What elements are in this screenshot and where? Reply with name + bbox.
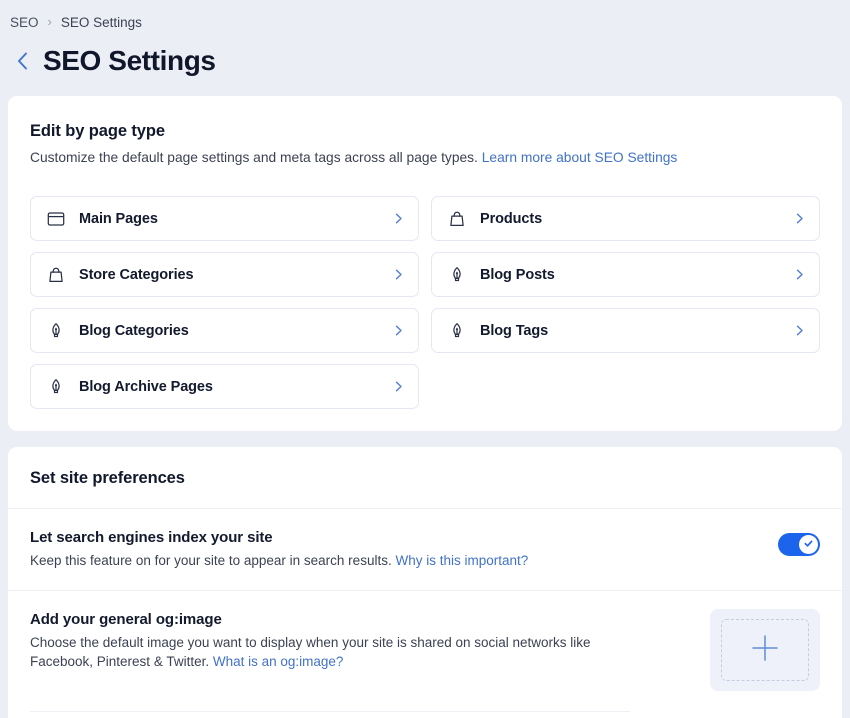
og-image-heading: Add your general og:image [30, 611, 222, 629]
chevron-right-icon [793, 324, 806, 337]
breadcrumb-item-seo-settings[interactable]: SEO Settings [61, 15, 142, 30]
page-type-grid: Main Pages Products Store Categories Blo… [8, 168, 842, 409]
search-engine-index-description-text: Keep this feature on for your site to ap… [30, 553, 392, 568]
site-preferences-header: Set site preferences [8, 447, 842, 508]
og-image-description: Choose the default image you want to dis… [30, 633, 630, 671]
page-type-label: Blog Archive Pages [79, 378, 213, 395]
page-title: SEO Settings [43, 45, 216, 76]
page-type-label: Products [480, 210, 543, 227]
og-image-dropzone [721, 619, 809, 682]
search-engine-index-description: Keep this feature on for your site to ap… [30, 551, 630, 570]
pen-nib-icon [447, 265, 466, 284]
chevron-right-icon [392, 380, 405, 393]
back-button[interactable] [9, 46, 35, 76]
search-engine-index-text: Let search engines index your site Keep … [30, 529, 778, 570]
bag-icon [46, 265, 65, 284]
chevron-right-icon [392, 212, 405, 225]
pen-nib-icon [447, 321, 466, 340]
search-engine-index-row: Let search engines index your site Keep … [8, 509, 842, 590]
og-image-upload-button[interactable] [710, 609, 820, 692]
page-types-header: Edit by page type Customize the default … [8, 96, 842, 168]
search-engine-index-toggle[interactable] [778, 533, 820, 556]
why-is-this-important-link[interactable]: Why is this important? [395, 553, 528, 568]
search-engine-index-heading: Let search engines index your site [30, 529, 273, 546]
page-type-item-products[interactable]: Products [431, 196, 820, 241]
page-types-title: Edit by page type [30, 122, 165, 140]
chevron-right-icon: › [47, 13, 52, 29]
toggle-knob [799, 535, 818, 554]
chevron-left-icon [17, 52, 28, 70]
edit-by-page-type-card: Edit by page type Customize the default … [8, 96, 842, 431]
chevron-right-icon [793, 212, 806, 225]
chevron-right-icon [392, 268, 405, 281]
what-is-an-og-image-link[interactable]: What is an og:image? [213, 654, 344, 669]
page-type-label: Blog Tags [480, 322, 549, 339]
page-type-item-blog-categories[interactable]: Blog Categories [30, 308, 419, 353]
page-type-item-store-categories[interactable]: Store Categories [30, 252, 419, 297]
page-type-label: Main Pages [79, 210, 158, 227]
page-header: SEO Settings [0, 32, 850, 84]
og-image-row: Add your general og:image Choose the def… [8, 591, 842, 692]
page-type-item-blog-archive-pages[interactable]: Blog Archive Pages [30, 364, 419, 409]
site-preferences-title: Set site preferences [30, 469, 185, 487]
check-icon [803, 536, 814, 554]
pen-nib-icon [46, 377, 65, 396]
page-type-label: Blog Categories [79, 322, 189, 339]
og-image-text: Add your general og:image Choose the def… [30, 611, 710, 671]
plus-icon [748, 631, 782, 670]
page-type-label: Store Categories [79, 266, 194, 283]
page-types-description-text: Customize the default page settings and … [30, 150, 478, 165]
chevron-right-icon [392, 324, 405, 337]
window-icon [46, 209, 65, 228]
learn-more-seo-settings-link[interactable]: Learn more about SEO Settings [482, 150, 678, 165]
page-type-label: Blog Posts [480, 266, 555, 283]
bag-icon [447, 209, 466, 228]
page-type-item-blog-posts[interactable]: Blog Posts [431, 252, 820, 297]
breadcrumb-item-seo[interactable]: SEO [10, 15, 39, 30]
chevron-right-icon [793, 268, 806, 281]
page-types-description: Customize the default page settings and … [30, 148, 820, 168]
site-preferences-card: Set site preferences Let search engines … [8, 447, 842, 718]
card-footer-spacer [8, 712, 842, 718]
breadcrumb: SEO › SEO Settings [0, 0, 850, 32]
pen-nib-icon [46, 321, 65, 340]
page-type-item-main-pages[interactable]: Main Pages [30, 196, 419, 241]
page-type-item-blog-tags[interactable]: Blog Tags [431, 308, 820, 353]
